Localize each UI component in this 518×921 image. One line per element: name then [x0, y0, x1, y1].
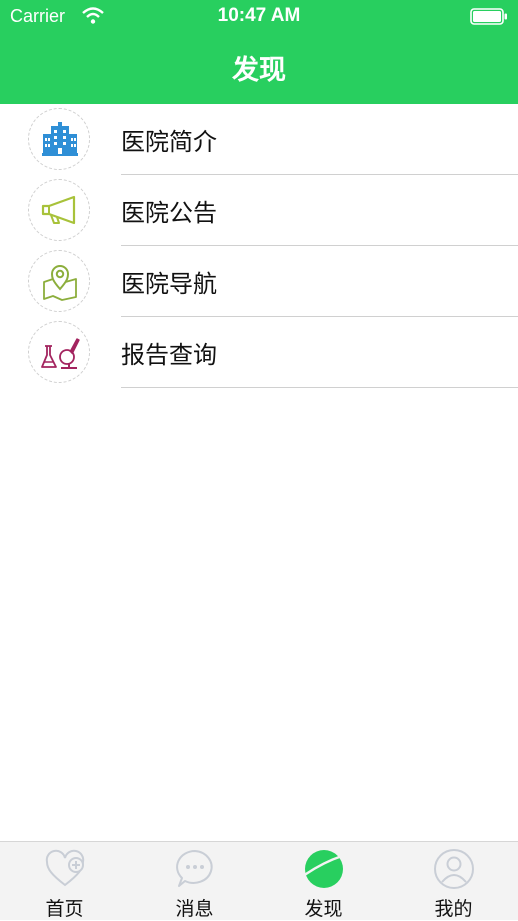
list-item-label: 报告查询: [121, 341, 217, 369]
status-bar: Carrier 10:47 AM: [0, 0, 518, 34]
icon-circle: [28, 250, 90, 312]
status-time: 10:47 AM: [217, 5, 301, 26]
list-item-label: 医院导航: [121, 270, 217, 298]
tab-messages[interactable]: 消息: [130, 842, 259, 921]
tab-label: 首页: [45, 898, 84, 920]
divider: [121, 387, 518, 388]
page-title: 发现: [232, 55, 286, 86]
list-item-report-query[interactable]: 报告查询: [0, 317, 518, 388]
chat-bubble-icon: [176, 850, 213, 887]
list-item-label: 医院简介: [121, 128, 217, 156]
tab-home[interactable]: 首页: [0, 842, 129, 921]
hospital-building-icon: [42, 122, 78, 156]
tab-label: 消息: [175, 898, 214, 920]
icon-circle: [28, 108, 90, 170]
list-item-hospital-intro[interactable]: 医院简介: [0, 104, 518, 175]
lab-flask-microscope-icon: [41, 338, 80, 369]
heart-plus-icon: [45, 849, 85, 887]
tab-label: 我的: [434, 898, 473, 920]
user-icon: [434, 849, 474, 889]
top-header: Carrier 10:47 AM 发现: [0, 0, 518, 104]
discover-list: 医院简介 医院公告 医院导航 报告查询: [0, 104, 518, 388]
icon-circle: [28, 321, 90, 383]
list-item-hospital-navigation[interactable]: 医院导航: [0, 246, 518, 317]
tab-label: 发现: [304, 898, 343, 920]
battery-icon: [470, 8, 507, 25]
map-pin-icon: [43, 265, 77, 301]
tab-profile[interactable]: 我的: [389, 842, 518, 921]
tab-discover[interactable]: 发现: [259, 842, 388, 921]
megaphone-icon: [41, 195, 76, 225]
tab-bar: 首页 消息 发现 我的: [0, 841, 518, 920]
list-item-hospital-notice[interactable]: 医院公告: [0, 175, 518, 246]
list-item-label: 医院公告: [121, 199, 217, 227]
icon-circle: [28, 179, 90, 241]
planet-icon: [304, 850, 344, 888]
